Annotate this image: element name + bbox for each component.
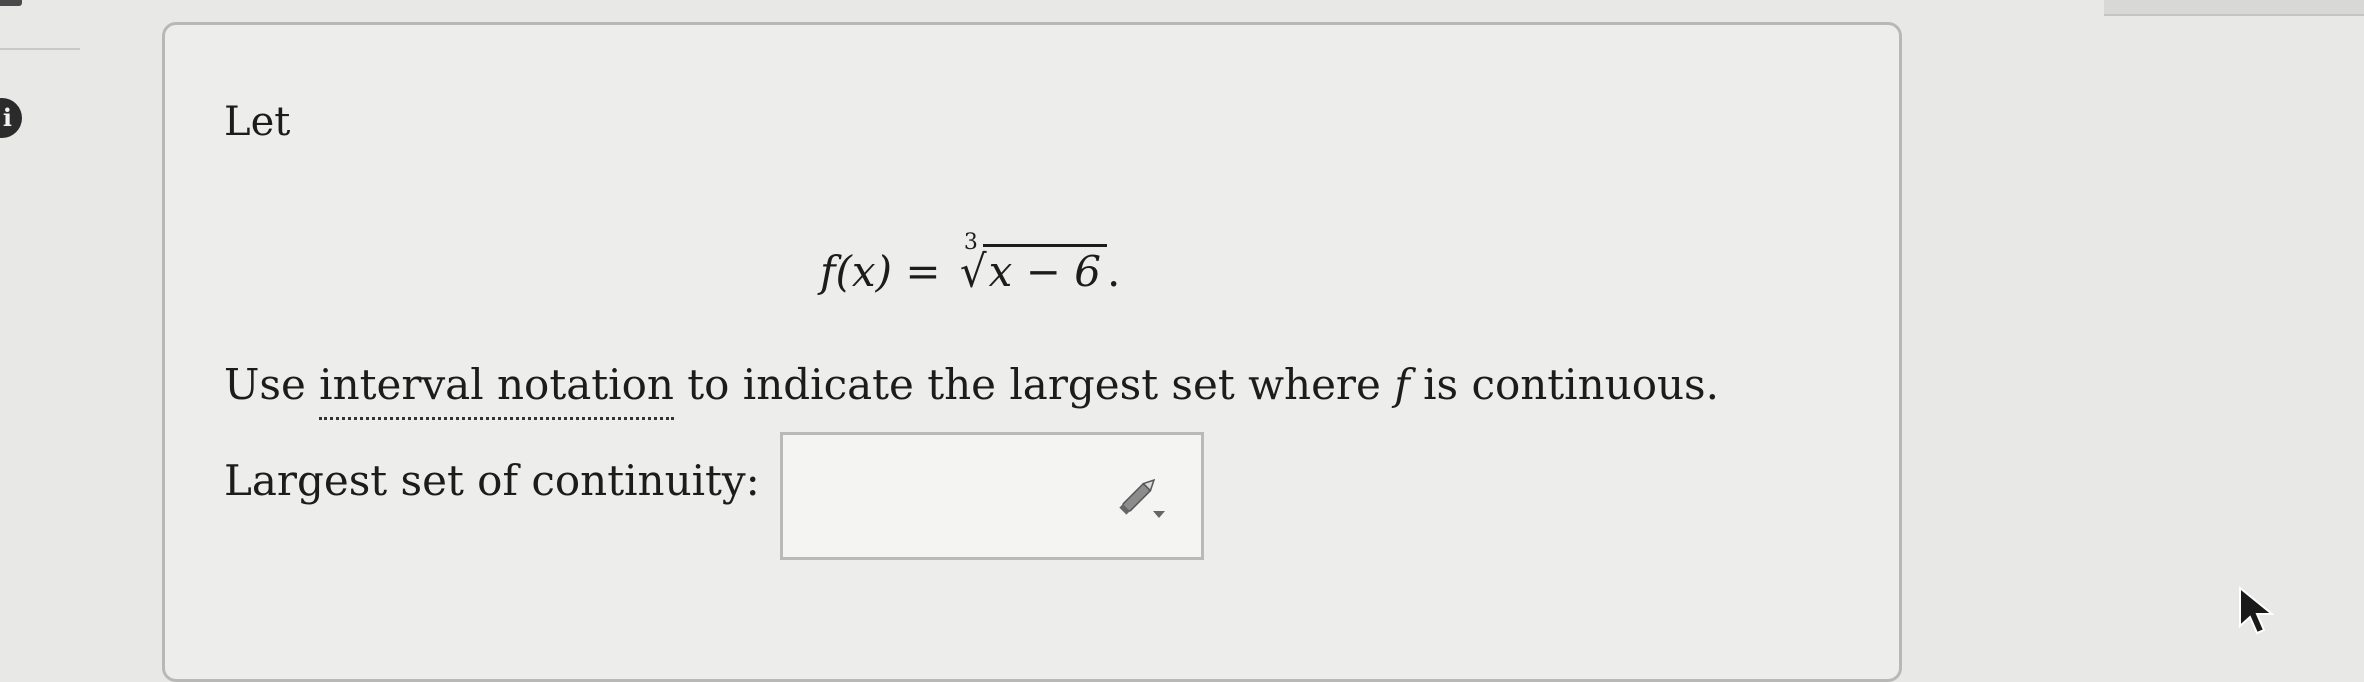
window-corner-fragment (0, 0, 22, 6)
instruction-part1: Use (224, 360, 320, 409)
instruction-part2: to indicate the largest set where (673, 360, 1395, 409)
mouse-cursor-icon (2239, 586, 2275, 635)
instruction-text: Use interval notation to indicate the la… (224, 360, 1719, 420)
answer-input[interactable] (780, 432, 1204, 560)
info-icon[interactable]: i (0, 98, 22, 138)
radical-sign-icon: √ (959, 245, 987, 298)
let-label: Let (224, 99, 291, 145)
pencil-icon[interactable] (1115, 473, 1171, 521)
divider (0, 48, 80, 50)
interval-notation-link[interactable]: interval notation (319, 360, 674, 420)
radicand: x − 6 (982, 244, 1107, 293)
question-card (162, 22, 1902, 682)
cube-root: 3 √x − 6 (959, 232, 1107, 298)
formula-period: . (1106, 247, 1121, 296)
function-variable: f (1394, 360, 1410, 409)
instruction-part3: is continuous. (1409, 360, 1719, 409)
answer-label: Largest set of continuity: (224, 456, 760, 505)
function-formula: f(x) = 3 √x − 6 . (820, 232, 1121, 298)
formula-lhs: f(x) = (820, 247, 941, 296)
toolbar-strip (2104, 0, 2364, 16)
